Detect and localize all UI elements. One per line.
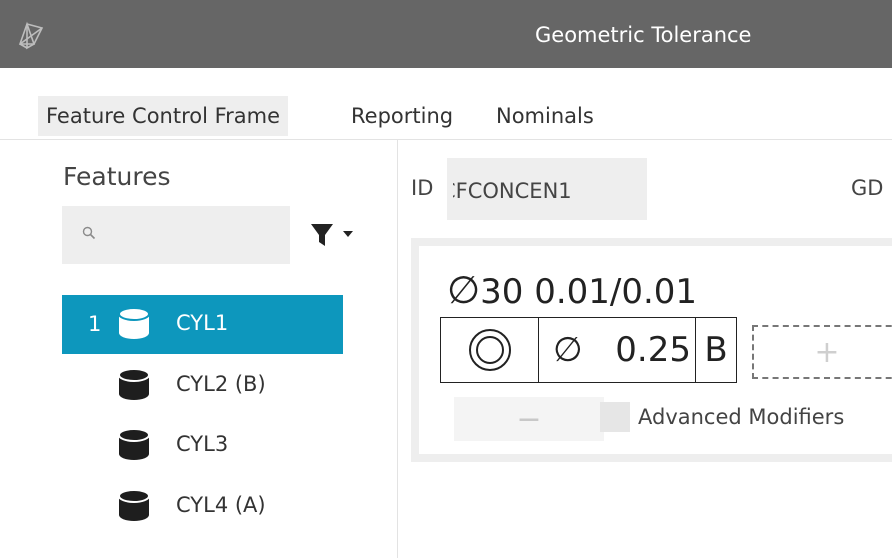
feature-label: CYL3 bbox=[176, 432, 229, 456]
cylinder-icon bbox=[118, 428, 150, 460]
advanced-modifiers-label: Advanced Modifiers bbox=[638, 405, 845, 429]
feature-item-cyl2[interactable]: CYL2 (B) bbox=[62, 356, 343, 415]
characteristic-cell[interactable] bbox=[441, 318, 539, 382]
remove-button[interactable]: − bbox=[454, 397, 604, 441]
filter-dropdown-icon bbox=[311, 224, 353, 246]
feature-control-frame-editor: ∅30 0.01/0.01 ∅ 0.25 B + − Advanced Modi… bbox=[411, 238, 892, 462]
datum-cell[interactable]: B bbox=[696, 318, 736, 382]
id-field[interactable] bbox=[447, 158, 647, 220]
feature-label: CYL2 (B) bbox=[176, 372, 266, 396]
tolerance-value: 0.25 bbox=[615, 330, 691, 370]
title-bar: Geometric Tolerance bbox=[0, 0, 892, 68]
feature-label: CYL1 bbox=[176, 311, 229, 335]
window-title: Geometric Tolerance bbox=[535, 23, 752, 47]
tab-nominals[interactable]: Nominals bbox=[488, 96, 602, 136]
tab-reporting[interactable]: Reporting bbox=[343, 96, 461, 136]
feature-search-input[interactable] bbox=[62, 206, 290, 264]
search-icon bbox=[82, 226, 96, 240]
feature-item-cyl3[interactable]: CYL3 bbox=[62, 416, 343, 475]
tolerance-details-panel: ID GD ∅30 0.01/0.01 ∅ 0.25 B + bbox=[399, 140, 892, 558]
filter-dropdown-button[interactable] bbox=[310, 222, 366, 248]
id-label: ID bbox=[411, 176, 434, 200]
feature-item-cyl1[interactable]: 1 CYL1 bbox=[62, 295, 343, 354]
tab-bar: Feature Control Frame Reporting Nominals bbox=[0, 68, 892, 140]
features-heading: Features bbox=[63, 162, 171, 191]
cylinder-icon bbox=[118, 368, 150, 400]
diameter-symbol: ∅ bbox=[447, 268, 481, 312]
concentricity-icon bbox=[468, 329, 511, 371]
size-tolerance[interactable]: 0.01/0.01 bbox=[534, 272, 697, 312]
tab-feature-control-frame[interactable]: Feature Control Frame bbox=[38, 96, 289, 136]
feature-item-cyl4[interactable]: CYL4 (A) bbox=[62, 477, 343, 536]
feature-label: CYL4 (A) bbox=[176, 493, 266, 517]
add-datum-button[interactable]: + bbox=[752, 325, 892, 379]
advanced-modifiers-checkbox[interactable] bbox=[600, 402, 630, 432]
tolerance-cell[interactable]: ∅ 0.25 bbox=[539, 318, 696, 382]
cylinder-icon bbox=[118, 307, 150, 339]
size-dimension: ∅30 0.01/0.01 bbox=[447, 268, 697, 312]
gdt-type-label: GD bbox=[851, 176, 884, 200]
feature-control-frame: ∅ 0.25 B bbox=[440, 317, 737, 383]
features-panel: Features 1 CYL1 CYL2 (B) CYL3 CYL4 (A) bbox=[0, 140, 398, 558]
feature-number: 1 bbox=[88, 312, 102, 336]
tolerance-diameter-symbol: ∅ bbox=[553, 330, 583, 370]
size-value[interactable]: 30 bbox=[480, 272, 523, 312]
fcf-canvas: ∅30 0.01/0.01 ∅ 0.25 B + − Advanced Modi… bbox=[419, 246, 892, 454]
app-logo-icon bbox=[18, 21, 44, 50]
cylinder-icon bbox=[118, 489, 150, 521]
